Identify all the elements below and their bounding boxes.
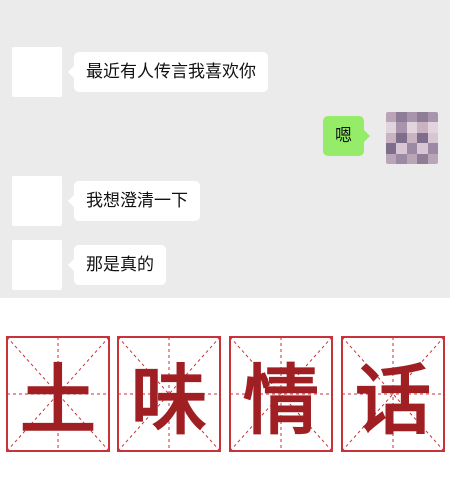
title-char-box-3: 情 [229, 336, 333, 452]
avatar-mosaic-tile [417, 122, 428, 133]
avatar-mosaic-tile [427, 143, 438, 154]
title-char-4: 话 [355, 356, 431, 445]
avatar-mosaic-tile [427, 122, 438, 133]
avatar-mosaic-tile [386, 122, 397, 133]
avatar-mosaic-tile [417, 112, 428, 123]
chat-area: 最近有人传言我喜欢你 嗯 我想澄清一下 那是真的 [0, 0, 450, 298]
message-bubble-1[interactable]: 最近有人传言我喜欢你 [68, 52, 268, 92]
title-banner: 土 味 情 话 [0, 336, 450, 456]
self-avatar[interactable] [386, 112, 438, 164]
sender-avatar[interactable] [12, 47, 62, 97]
avatar-mosaic-tile [427, 132, 438, 144]
avatar-mosaic-tile [406, 153, 418, 164]
avatar-mosaic-tile [386, 143, 397, 154]
sender-avatar[interactable] [12, 176, 62, 226]
avatar-mosaic-tile [396, 132, 407, 144]
message-bubble-2[interactable]: 嗯 [323, 116, 370, 156]
avatar-mosaic-tile [396, 122, 407, 133]
title-char-box-2: 味 [117, 336, 221, 452]
avatar-mosaic-tile [427, 112, 438, 123]
avatar-mosaic-tile [386, 132, 397, 144]
title-char-1: 土 [20, 356, 96, 445]
avatar-mosaic-tile [396, 112, 407, 123]
title-char-box-1: 土 [6, 336, 110, 452]
title-char-2: 味 [131, 356, 207, 445]
avatar-mosaic-tile [417, 153, 428, 164]
avatar-mosaic-tile [386, 153, 397, 164]
avatar-mosaic-tile [396, 143, 407, 154]
avatar-mosaic-tile [406, 132, 418, 144]
avatar-mosaic-tile [427, 153, 438, 164]
avatar-mosaic-tile [417, 132, 428, 144]
avatar-mosaic-tile [406, 122, 418, 133]
title-char-3: 情 [243, 356, 319, 445]
avatar-mosaic-tile [406, 112, 418, 123]
message-bubble-3[interactable]: 我想澄清一下 [68, 181, 200, 221]
avatar-mosaic-tile [406, 143, 418, 154]
sender-avatar[interactable] [12, 240, 62, 290]
title-char-box-4: 话 [341, 336, 445, 452]
message-bubble-4[interactable]: 那是真的 [68, 245, 166, 285]
avatar-mosaic-tile [396, 153, 407, 164]
avatar-mosaic-tile [386, 112, 397, 123]
avatar-mosaic-tile [417, 143, 428, 154]
